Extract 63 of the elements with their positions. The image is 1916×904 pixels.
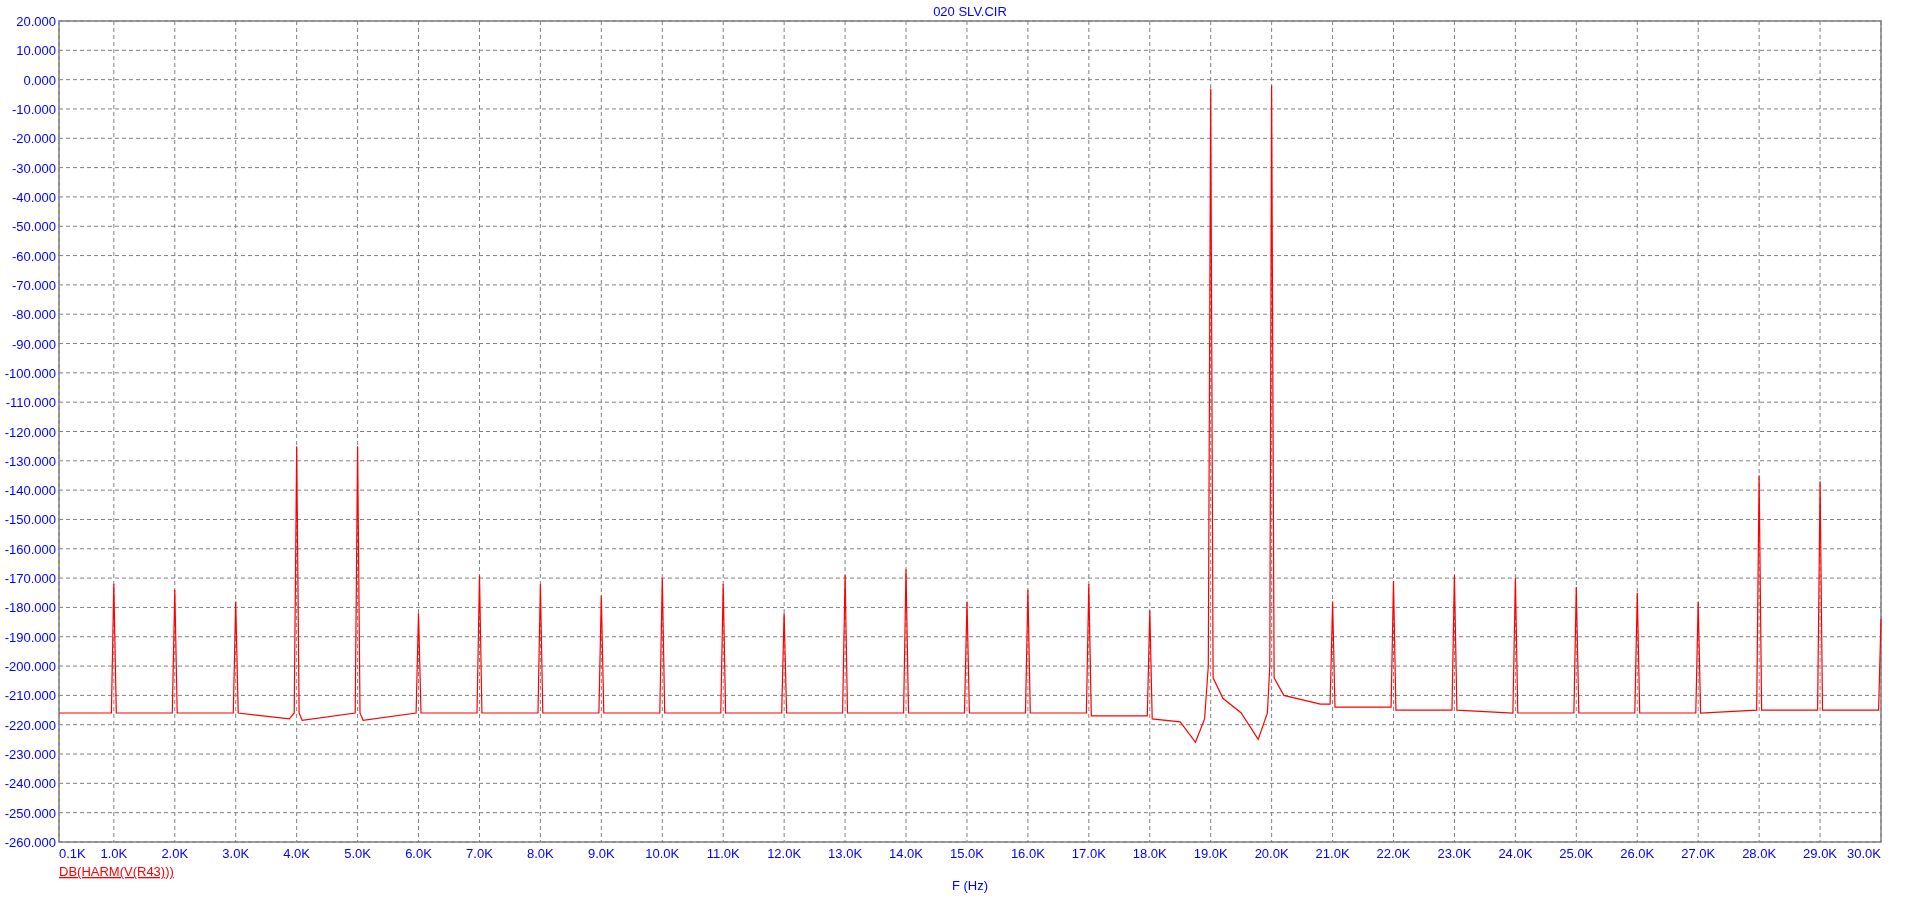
y-tick-label: -250.000 xyxy=(4,805,56,821)
x-tick-label: 20.0K xyxy=(1254,846,1289,861)
y-tick-label: -210.000 xyxy=(4,688,56,704)
y-tick-label: -150.000 xyxy=(4,512,56,528)
y-tick-label: 10.000 xyxy=(16,43,56,59)
y-tick-label: -120.000 xyxy=(4,424,56,440)
y-tick-label: -70.000 xyxy=(11,277,56,293)
x-axis-label: F (Hz) xyxy=(951,878,989,893)
y-tick-label: 0.000 xyxy=(23,72,56,88)
x-tick-label: 3.0K xyxy=(222,846,250,861)
x-tick-label: 4.0K xyxy=(283,846,311,861)
y-tick-label: -240.000 xyxy=(4,776,56,792)
x-tick-label: 7.0K xyxy=(466,846,493,861)
legend-label: DB(HARM(V(R43))) xyxy=(59,864,174,879)
x-tick-label: 16.0K xyxy=(1010,846,1045,861)
y-tick-label: -40.000 xyxy=(11,189,56,205)
x-tick-label: 23.0K xyxy=(1437,846,1472,861)
x-tick-label: 22.0K xyxy=(1376,846,1411,861)
y-tick-label: -20.000 xyxy=(11,131,56,147)
x-tick-label: 28.0K xyxy=(1742,846,1777,861)
y-tick-label: 20.000 xyxy=(16,14,56,29)
y-tick-label: -180.000 xyxy=(4,600,56,616)
y-tick-label: -30.000 xyxy=(11,160,56,176)
y-tick-label: -190.000 xyxy=(4,629,56,645)
x-tick-label: 18.0K xyxy=(1132,846,1167,861)
x-tick-label: 25.0K xyxy=(1559,846,1594,861)
x-tick-label: 10.0K xyxy=(645,846,680,861)
y-tick-label: -140.000 xyxy=(4,483,56,499)
y-tick-label: -10.000 xyxy=(11,101,56,117)
x-tick-label: 27.0K xyxy=(1681,846,1716,861)
x-tick-label: 5.0K xyxy=(344,846,371,861)
x-tick-label: 13.0K xyxy=(828,846,863,861)
x-tick-label: 15.0K xyxy=(949,846,984,861)
x-tick-label: 14.0K xyxy=(889,846,923,861)
y-tick-label: -170.000 xyxy=(4,571,56,587)
x-tick-label: 2.0K xyxy=(161,846,189,861)
x-tick-label: 29.0K xyxy=(1803,846,1838,861)
x-tick-label: 11.0K xyxy=(706,846,740,861)
y-tick-label: -90.000 xyxy=(11,336,56,352)
y-tick-label: -60.000 xyxy=(11,248,56,264)
x-tick-label: 30.0K xyxy=(1847,846,1881,861)
y-tick-label: -50.000 xyxy=(11,219,56,235)
y-tick-label: -230.000 xyxy=(4,747,56,763)
x-tick-label: 21.0K xyxy=(1315,846,1350,861)
y-tick-label: -200.000 xyxy=(4,659,56,675)
x-tick-label: 1.0K xyxy=(100,846,128,861)
x-tick-label: 6.0K xyxy=(405,846,432,861)
chart-title: 020 SLV.CIR xyxy=(933,4,1007,19)
y-tick-label: -110.000 xyxy=(5,395,56,411)
y-tick-label: -130.000 xyxy=(4,453,56,469)
y-tick-label: -160.000 xyxy=(4,541,56,557)
x-tick-label: 8.0K xyxy=(527,846,554,861)
x-tick-label: 17.0K xyxy=(1071,846,1106,861)
y-tick-label: -100.000 xyxy=(4,365,56,381)
x-tick-label: 9.0K xyxy=(587,846,615,861)
x-tick-label: 0.1K xyxy=(59,846,86,861)
x-tick-label: 19.0K xyxy=(1193,846,1228,861)
x-tick-label: 24.0K xyxy=(1498,846,1533,861)
x-tick-label: 26.0K xyxy=(1620,846,1655,861)
y-tick-label: -80.000 xyxy=(11,307,56,323)
x-tick-label: 12.0K xyxy=(767,846,802,861)
y-tick-label: -220.000 xyxy=(4,717,56,733)
y-tick-label: -260.000 xyxy=(4,835,56,850)
